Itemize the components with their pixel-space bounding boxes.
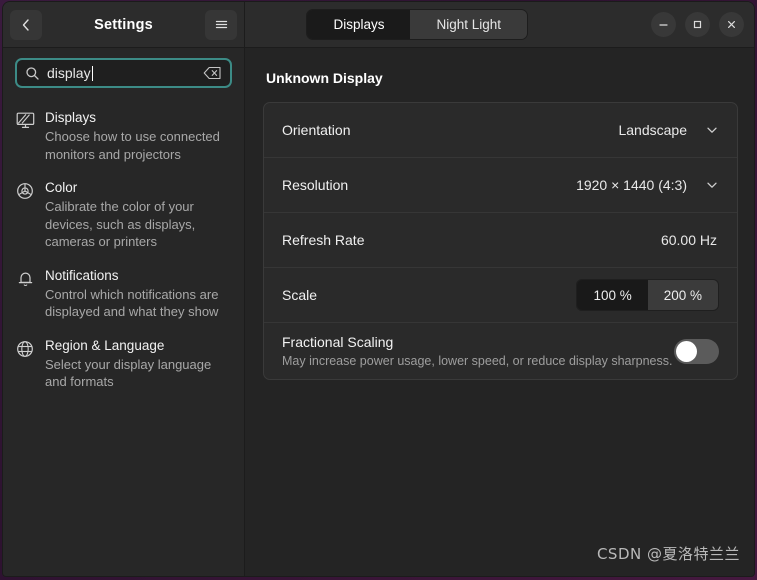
toggle-knob (676, 340, 697, 362)
bell-icon (14, 270, 36, 288)
row-orientation[interactable]: Orientation Landscape (264, 103, 737, 158)
row-resolution[interactable]: Resolution 1920 × 1440 (4:3) (264, 158, 737, 213)
window-title: Settings (94, 16, 153, 33)
backspace-clear-icon[interactable] (203, 66, 222, 80)
resolution-value: 1920 × 1440 (4:3) (576, 177, 687, 193)
maximize-button[interactable] (684, 12, 710, 37)
row-fractional-scaling: Fractional Scaling May increase power us… (264, 323, 737, 379)
sidebar-item-color[interactable]: Color Calibrate the color of your device… (3, 172, 244, 260)
sidebar-item-title: Displays (45, 110, 97, 125)
sidebar-item-description: Calibrate the color of your devices, suc… (45, 199, 196, 249)
main-menu-button[interactable] (205, 9, 237, 40)
scale-option-100[interactable]: 100 % (577, 280, 648, 310)
tab-night-light[interactable]: Night Light (410, 10, 528, 39)
sidebar-item-text: Notifications Control which notification… (45, 267, 232, 321)
sidebar-item-text: Color Calibrate the color of your device… (45, 179, 232, 251)
sidebar-item-region-language[interactable]: Region & Language Select your display la… (3, 330, 244, 400)
resolution-label: Resolution (282, 177, 349, 193)
sidebar-item-title: Notifications (45, 267, 119, 283)
sidebar-item-title: Region & Language (45, 337, 165, 353)
hamburger-menu-icon (215, 20, 227, 29)
sidebar-item-description: Control which notifications are displaye… (45, 286, 219, 320)
watermark-text: CSDN @夏洛特兰兰 (596, 545, 740, 563)
sidebar-item-text: Displays Choose how to use connected mon… (45, 109, 232, 163)
orientation-label: Orientation (282, 122, 351, 138)
maximize-icon (693, 20, 702, 29)
orientation-value: Landscape (618, 122, 687, 138)
scale-option-200[interactable]: 200 % (647, 280, 718, 310)
sidebar: display Displays Choose how to use conne… (3, 48, 245, 576)
close-button[interactable] (718, 12, 744, 37)
close-icon (727, 20, 735, 28)
chevron-down-icon[interactable] (705, 123, 719, 137)
search-icon (26, 66, 39, 80)
main-content: Unknown Display Orientation Landscape Re… (245, 48, 754, 576)
sidebar-item-text: Region & Language Select your display la… (45, 337, 232, 391)
row-refresh-rate: Refresh Rate 60.00 Hz (264, 213, 737, 268)
sidebar-item-displays[interactable]: Displays Choose how to use connected mon… (3, 102, 244, 172)
view-tabs: Displays Night Light (306, 9, 529, 40)
minimize-icon (659, 24, 668, 26)
fractional-scaling-text: Fractional Scaling May increase power us… (282, 333, 674, 369)
refresh-rate-label: Refresh Rate (282, 232, 365, 248)
row-scale: Scale 100 % 200 % (264, 268, 737, 323)
globe-icon (14, 340, 36, 358)
window-body: display Displays Choose how to use conne… (3, 48, 754, 576)
text-caret (91, 66, 93, 81)
sidebar-item-title: Color (45, 180, 78, 195)
fractional-scaling-description: May increase power usage, lower speed, o… (282, 354, 673, 368)
scale-segmented-control: 100 % 200 % (576, 279, 719, 311)
minimize-button[interactable] (650, 12, 676, 37)
sidebar-item-description: Choose how to use connected monitors and… (45, 129, 220, 162)
window-titlebar: Settings Displays Night Light (3, 2, 754, 48)
fractional-scaling-toggle[interactable] (674, 338, 719, 364)
settings-window: Settings Displays Night Light display Di… (3, 2, 754, 576)
search-value: display (47, 65, 93, 81)
window-controls (650, 12, 744, 37)
display-monitor-icon (14, 112, 36, 129)
color-wheel-icon (14, 182, 36, 200)
refresh-rate-value: 60.00 Hz (660, 232, 717, 248)
titlebar-right-pane: Displays Night Light (245, 2, 754, 47)
search-input[interactable]: display (15, 58, 232, 88)
back-button[interactable] (10, 9, 42, 40)
search-container: display (3, 48, 244, 96)
scale-label: Scale (282, 287, 318, 303)
desktop-background: Settings Displays Night Light display Di… (0, 0, 757, 580)
fractional-scaling-label: Fractional Scaling (282, 334, 394, 350)
sidebar-item-notifications[interactable]: Notifications Control which notification… (3, 260, 244, 330)
sidebar-nav-list: Displays Choose how to use connected mon… (3, 96, 244, 576)
chevron-down-icon[interactable] (705, 178, 719, 192)
sidebar-item-description: Select your display language and formats (45, 356, 212, 390)
titlebar-left-pane: Settings (3, 2, 245, 47)
display-settings-card: Orientation Landscape Resolution 1920 × … (263, 102, 738, 380)
tab-displays[interactable]: Displays (307, 10, 411, 39)
chevron-left-icon (22, 18, 29, 31)
page-title: Unknown Display (266, 70, 383, 86)
